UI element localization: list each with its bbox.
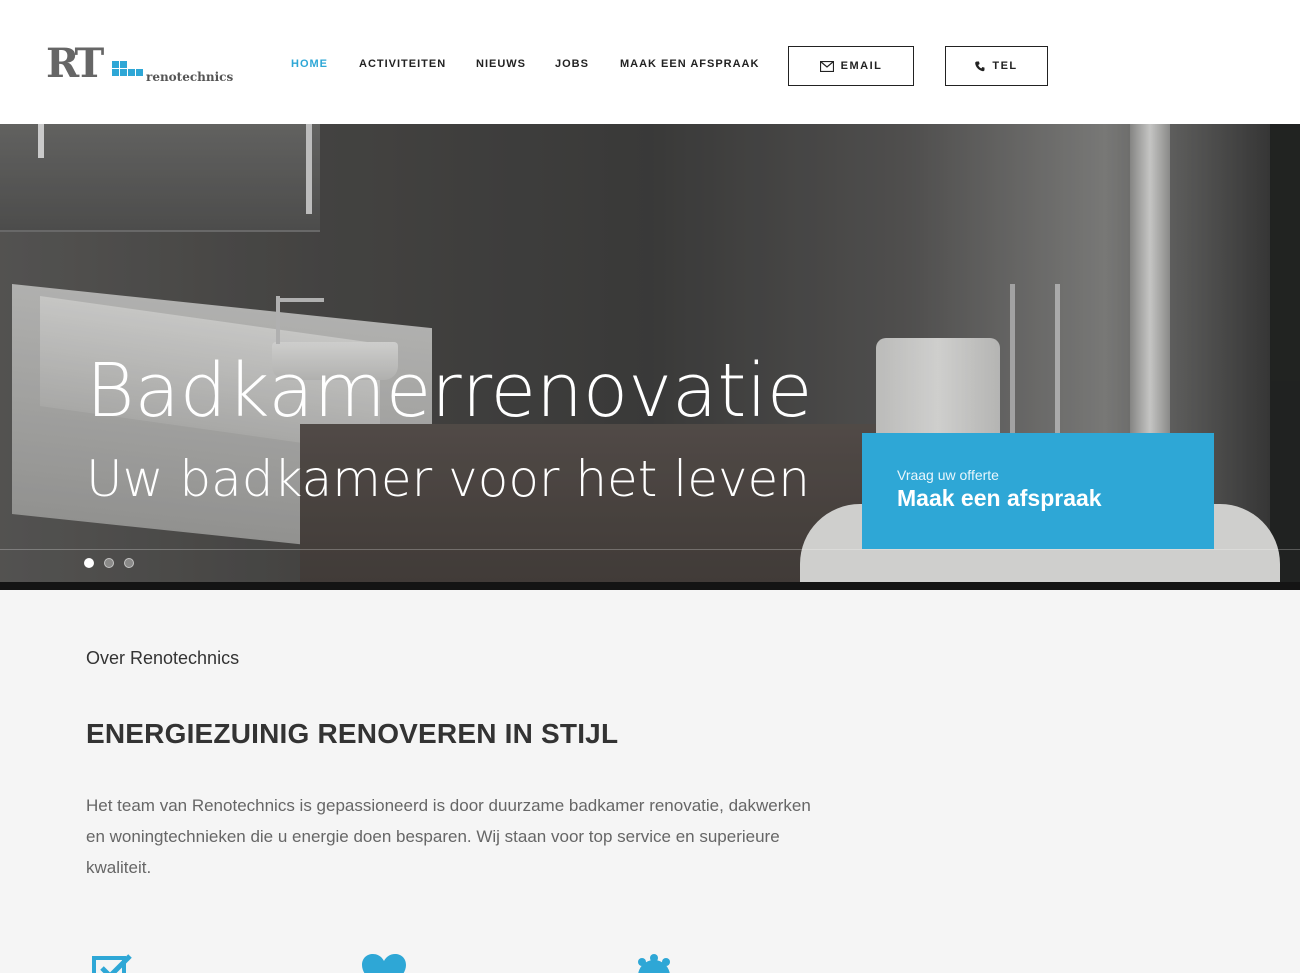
cta-eyebrow: Vraag uw offerte <box>897 467 999 483</box>
slider-dots <box>84 558 134 568</box>
email-button-label: EMAIL <box>840 60 883 72</box>
about-section: Over Renotechnics ENERGIEZUINIG RENOVERE… <box>0 590 1300 973</box>
logo-wordmark: renotechnics <box>146 70 234 84</box>
nav-nieuws[interactable]: NIEUWS <box>476 58 526 70</box>
renotechnics-logo[interactable]: RT renotechnics <box>46 44 236 86</box>
envelope-icon <box>819 60 834 72</box>
slider-dot[interactable] <box>84 558 94 568</box>
hero-subtitle: Uw badkamer voor het leven <box>86 450 810 508</box>
logo-square <box>112 61 119 68</box>
nav-jobs[interactable]: JOBS <box>555 58 589 70</box>
section-paragraph: Het team van Renotechnics is gepassionee… <box>86 796 811 877</box>
logo-square <box>120 69 127 76</box>
logo-square <box>120 61 127 68</box>
logo-square <box>128 69 135 76</box>
section-eyebrow: Over Renotechnics <box>86 648 240 668</box>
nav-maak-een-afspraak[interactable]: MAAK EEN AFSPRAAK <box>620 58 759 70</box>
badge-icon <box>634 954 674 973</box>
slider-dot[interactable] <box>104 558 114 568</box>
logo-square <box>136 69 143 76</box>
section-headline: ENERGIEZUINIG RENOVEREN IN STIJL <box>86 718 619 749</box>
hero-divider <box>0 549 1300 550</box>
logo-letters: RT <box>46 40 104 87</box>
nav-home[interactable]: HOME <box>291 58 328 70</box>
slider-dot[interactable] <box>124 558 134 568</box>
hero-title: Badkamerrenovatie <box>86 348 813 434</box>
heart-icon <box>361 954 407 973</box>
hero-slider: Badkamerrenovatie Uw badkamer voor het l… <box>0 124 1300 590</box>
phone-icon <box>975 61 985 72</box>
tel-button-label: TEL <box>992 60 1018 72</box>
nav-activiteiten[interactable]: ACTIVITEITEN <box>359 58 446 70</box>
logo-square <box>112 69 119 76</box>
cta-title: Maak een afspraak <box>897 485 1102 511</box>
site-header: RT renotechnics HOME ACTIVITEITEN NIEUWS… <box>0 0 1300 124</box>
tel-button[interactable]: TEL <box>945 46 1048 86</box>
hero-bottom-bar <box>0 582 1300 590</box>
appointment-cta[interactable]: Vraag uw offerte Maak een afspraak <box>862 433 1214 549</box>
edit-check-icon <box>92 954 136 973</box>
email-button[interactable]: EMAIL <box>788 46 914 86</box>
